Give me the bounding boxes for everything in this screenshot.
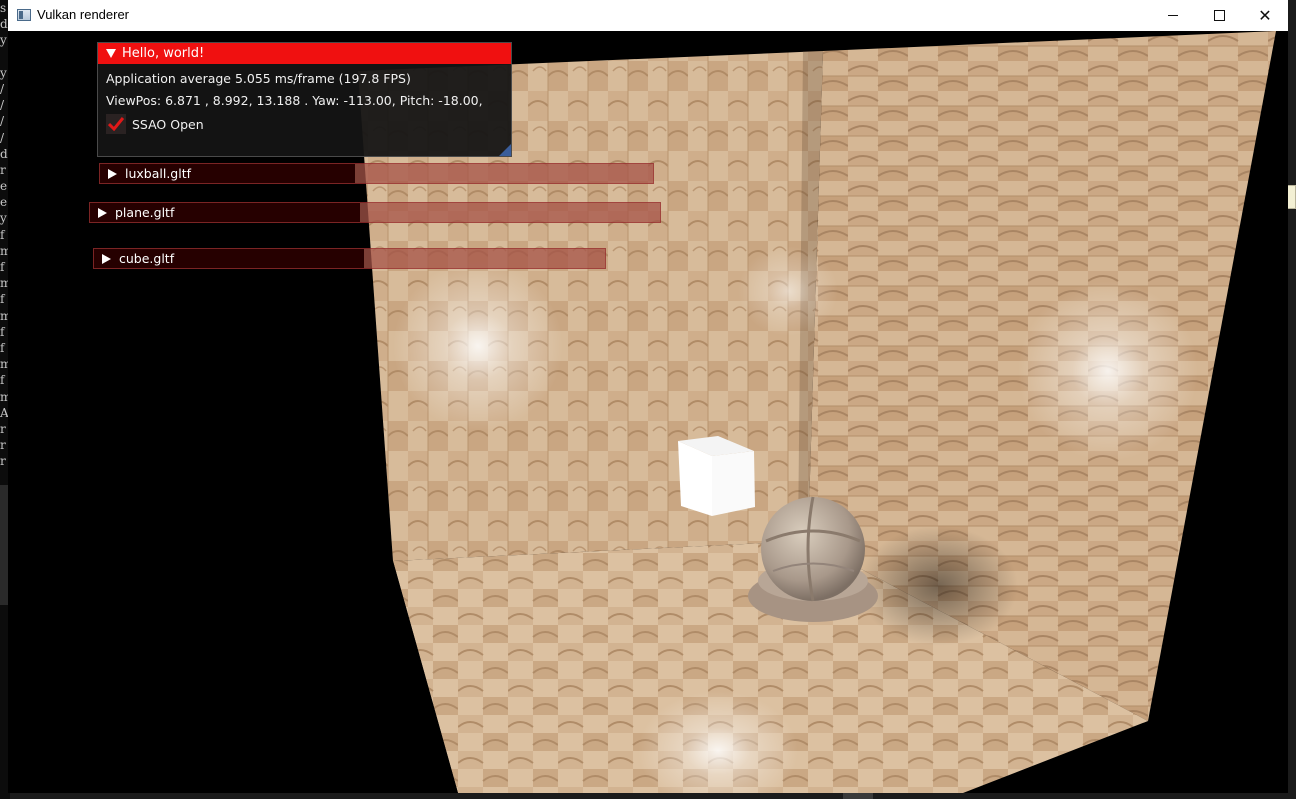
ssao-checkbox-row[interactable]: SSAO Open	[106, 114, 204, 134]
maximize-icon	[1213, 10, 1225, 21]
maximize-button[interactable]	[1196, 0, 1242, 31]
light-glow	[738, 246, 838, 336]
expand-arrow-icon[interactable]	[108, 168, 117, 179]
header-label: cube.gltf	[119, 251, 175, 266]
plane-collapsed-header[interactable]: plane.gltf	[89, 202, 661, 223]
viewpos-text: ViewPos: 6.871 , 8.992, 13.188 . Yaw: -1…	[106, 93, 483, 108]
minimize-button[interactable]	[1150, 0, 1196, 31]
window-title: Vulkan renderer	[37, 7, 130, 22]
render-viewport[interactable]: Hello, world! Application average 5.055 …	[8, 31, 1288, 793]
close-icon: ✕	[1258, 6, 1272, 25]
cube-collapsed-header[interactable]: cube.gltf	[93, 248, 606, 269]
ssao-label: SSAO Open	[132, 116, 204, 132]
ssao-checkbox[interactable]	[106, 114, 126, 134]
resize-grip[interactable]	[499, 144, 511, 156]
luxball-collapsed-header[interactable]: luxball.gltf	[99, 163, 654, 184]
imgui-title-bar[interactable]: Hello, world!	[98, 43, 511, 64]
light-glow	[1018, 281, 1198, 461]
imgui-hello-window[interactable]: Hello, world! Application average 5.055 …	[97, 42, 512, 157]
title-bar[interactable]: Vulkan renderer ✕	[8, 0, 1288, 32]
app-icon	[17, 9, 31, 21]
fps-stats-text: Application average 5.055 ms/frame (197.…	[106, 71, 411, 86]
checkmark-icon	[108, 117, 124, 131]
taskbar-fragment	[843, 793, 873, 799]
renderer-window: Vulkan renderer ✕ Hello, world! Applicat…	[8, 0, 1288, 793]
minimize-icon	[1168, 15, 1178, 16]
cube-mesh	[678, 436, 755, 516]
ball-shadow	[858, 526, 1018, 646]
imgui-title-text: Hello, world!	[122, 46, 205, 61]
header-label: luxball.gltf	[125, 166, 192, 181]
expand-arrow-icon[interactable]	[98, 207, 107, 218]
collapse-arrow-icon[interactable]	[106, 49, 116, 58]
light-glow	[393, 261, 563, 431]
header-label: plane.gltf	[115, 205, 175, 220]
close-button[interactable]: ✕	[1242, 0, 1288, 31]
expand-arrow-icon[interactable]	[102, 253, 111, 264]
